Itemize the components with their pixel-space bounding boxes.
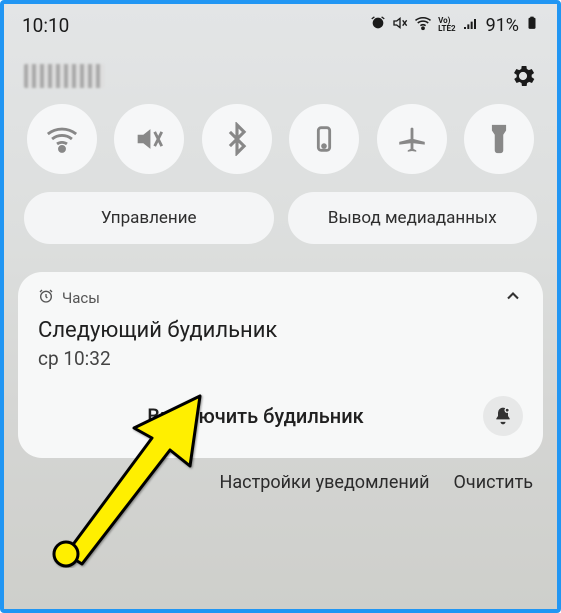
wifi-tile[interactable] [27, 104, 97, 174]
media-output-button[interactable]: Вывод медиаданных [288, 192, 538, 244]
notification-app-name: Часы [62, 289, 100, 307]
chevron-up-icon[interactable] [503, 286, 523, 310]
notification-settings-button[interactable]: Настройки уведомлений [220, 472, 430, 493]
battery-icon [525, 14, 539, 36]
mute-icon [392, 15, 408, 35]
clock-app-icon [38, 288, 54, 308]
signal-icon [462, 15, 478, 35]
media-output-label: Вывод медиаданных [328, 208, 497, 228]
alarm-bell-icon[interactable] [483, 396, 523, 436]
flashlight-tile[interactable] [464, 104, 534, 174]
device-control-button[interactable]: Управление [24, 192, 274, 244]
airplane-tile[interactable] [377, 104, 447, 174]
quick-settings-row [4, 104, 557, 174]
bluetooth-tile[interactable] [202, 104, 272, 174]
clear-all-button[interactable]: Очистить [454, 472, 533, 493]
sound-tile[interactable] [114, 104, 184, 174]
notification-title: Следующий будильник [38, 318, 523, 343]
status-icons: Vo)LTE2 91% [370, 14, 539, 36]
rotation-tile[interactable] [289, 104, 359, 174]
dismiss-alarm-button[interactable]: Выключить будильник [38, 404, 473, 428]
volte-icon: Vo)LTE2 [438, 17, 456, 33]
clock-text: 10:10 [22, 14, 69, 37]
alarm-icon [370, 15, 386, 35]
notification-subtitle: ср 10:32 [38, 347, 523, 370]
alarm-notification[interactable]: Часы Следующий будильник ср 10:32 Выключ… [18, 272, 543, 458]
status-bar: 10:10 Vo)LTE2 91% [4, 4, 557, 46]
wifi-icon [414, 14, 432, 36]
device-control-label: Управление [101, 208, 197, 228]
battery-text: 91% [486, 15, 519, 36]
device-name-blurred [24, 64, 104, 88]
gear-icon[interactable] [509, 62, 537, 90]
